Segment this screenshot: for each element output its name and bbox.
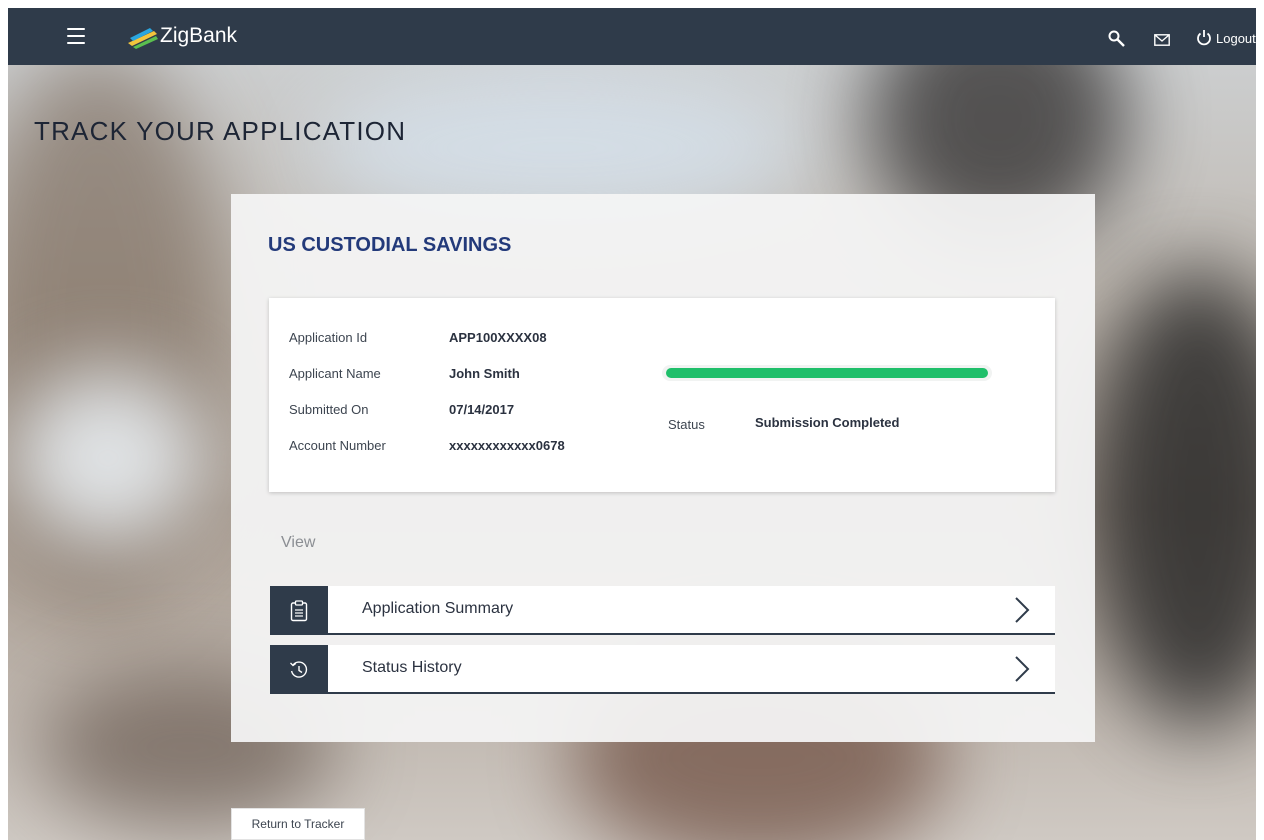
page-title: TRACK YOUR APPLICATION: [34, 116, 407, 146]
search-icon[interactable]: [1108, 30, 1126, 48]
top-navigation-bar: ZigBank Logout: [8, 8, 1256, 65]
status-value: Submission Completed: [755, 415, 900, 430]
return-to-tracker-button[interactable]: Return to Tracker: [231, 808, 365, 840]
menu-icon[interactable]: [67, 28, 85, 44]
application-summary-label: Application Summary: [362, 600, 514, 617]
view-heading: View: [281, 534, 316, 551]
detail-value: 07/14/2017: [449, 402, 515, 417]
progress-bar: [662, 365, 992, 381]
mail-icon[interactable]: [1154, 34, 1170, 46]
application-details: Application Id APP100XXXX08 Applicant Na…: [269, 298, 1055, 492]
history-icon: [270, 645, 328, 694]
detail-value: John Smith: [449, 366, 520, 381]
logout-label: Logout: [1216, 30, 1256, 46]
detail-value: xxxxxxxxxxxx0678: [449, 438, 565, 453]
logout-button[interactable]: Logout: [1196, 29, 1256, 47]
chevron-right-icon: [1015, 656, 1030, 682]
product-title: US CUSTODIAL SAVINGS: [268, 234, 512, 256]
clipboard-icon: [270, 586, 328, 635]
progress-fill: [666, 368, 988, 378]
application-card: US CUSTODIAL SAVINGS Application Id APP1…: [231, 194, 1095, 742]
detail-value: APP100XXXX08: [449, 330, 547, 345]
application-summary-link[interactable]: Application Summary: [270, 586, 1055, 635]
detail-label: Submitted On: [289, 402, 369, 417]
brand-name: ZigBank: [160, 24, 238, 47]
detail-label: Application Id: [289, 330, 368, 345]
zigbank-logo: [128, 28, 158, 49]
power-icon: [1197, 30, 1211, 46]
detail-label: Applicant Name: [289, 366, 381, 381]
status-history-label: Status History: [362, 659, 462, 676]
detail-label: Account Number: [289, 438, 386, 453]
chevron-right-icon: [1015, 597, 1030, 623]
status-label: Status: [668, 417, 705, 432]
status-history-link[interactable]: Status History: [270, 645, 1055, 694]
